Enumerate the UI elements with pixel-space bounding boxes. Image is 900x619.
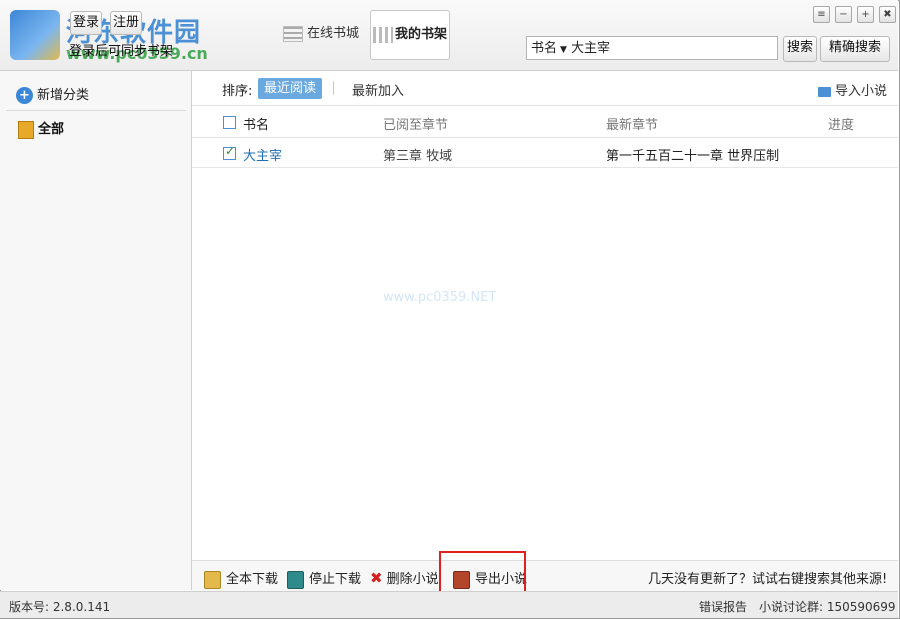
- add-category-label: 新增分类: [37, 88, 90, 103]
- close-icon[interactable]: ✖: [879, 6, 896, 23]
- center-watermark: www.pc0359.NET: [383, 290, 497, 305]
- search-input[interactable]: 书名 ▼ 大主宰: [526, 36, 778, 60]
- sidebar-divider: [6, 110, 186, 111]
- read-to-chapter: 第三章 牧域: [383, 149, 453, 164]
- download-all-label: 全本下载: [226, 572, 279, 587]
- discussion-group-label: 小说讨论群: 150590699: [759, 600, 896, 614]
- book-icon: [18, 120, 34, 139]
- sidebar: [0, 71, 192, 590]
- maximize-icon[interactable]: +: [857, 6, 874, 23]
- grid-icon: [283, 25, 303, 42]
- search-button[interactable]: 搜索: [783, 36, 817, 62]
- bookshelf-icon: [372, 26, 393, 43]
- column-header-read-to[interactable]: 已阅至章节: [383, 114, 448, 133]
- delete-novel-button[interactable]: ✖ 删除小说: [370, 568, 439, 587]
- sidebar-item-all[interactable]: 全部: [18, 118, 64, 139]
- login-button[interactable]: 登录: [70, 11, 102, 35]
- minimize-icon[interactable]: −: [835, 6, 852, 23]
- error-report-link[interactable]: 错误报告: [699, 598, 747, 615]
- import-novel-button[interactable]: 导入小说: [818, 80, 887, 99]
- plus-icon: +: [16, 87, 33, 104]
- highlight-box: [439, 551, 526, 595]
- stop-download-button[interactable]: 停止下载: [287, 568, 361, 589]
- import-novel-label: 导入小说: [835, 84, 888, 99]
- select-all-checkbox[interactable]: [223, 116, 236, 129]
- sort-recent-read-button[interactable]: 最近阅读: [258, 78, 322, 99]
- column-header-latest[interactable]: 最新章节: [606, 114, 658, 133]
- search-value: 大主宰: [570, 41, 610, 56]
- register-button[interactable]: 注册: [110, 11, 142, 35]
- sort-divider: [333, 81, 334, 95]
- exact-search-button[interactable]: 精确搜索: [820, 36, 890, 62]
- version-label: 版本号: 2.8.0.141: [9, 600, 111, 614]
- column-header-title[interactable]: 书名: [243, 114, 269, 133]
- book-title-link[interactable]: 大主宰: [243, 145, 282, 164]
- download-icon: [204, 570, 221, 589]
- delete-icon: ✖: [370, 569, 383, 587]
- user-avatar[interactable]: [10, 10, 60, 60]
- table-row[interactable]: [192, 138, 898, 168]
- stop-download-label: 停止下载: [309, 572, 362, 587]
- tab-my-bookshelf[interactable]: 我的书架: [370, 10, 450, 60]
- add-category-button[interactable]: + 新增分类: [16, 84, 89, 104]
- chevron-down-icon[interactable]: ▼: [560, 45, 567, 55]
- table-header: [192, 106, 898, 138]
- search-type-select[interactable]: 书名: [531, 41, 557, 56]
- sync-hint: 登录后可同步书架: [69, 44, 174, 59]
- update-hint: 几天没有更新了？试试右键搜索其他来源!: [648, 572, 888, 587]
- tab-shelf-label: 我的书架: [394, 27, 447, 42]
- menu-icon[interactable]: ≡: [813, 6, 830, 23]
- folder-icon: [818, 86, 831, 97]
- latest-chapter: 第一千五百二十一章 世界压制: [606, 149, 780, 164]
- tab-online-label: 在线书城: [307, 26, 360, 41]
- sidebar-item-label: 全部: [38, 122, 65, 137]
- tab-online-store[interactable]: 在线书城: [283, 22, 359, 46]
- row-checkbox[interactable]: [223, 144, 236, 160]
- sort-label: 排序:: [222, 84, 253, 99]
- download-all-button[interactable]: 全本下载: [204, 568, 278, 589]
- delete-novel-label: 删除小说: [386, 572, 439, 587]
- column-header-progress[interactable]: 进度: [828, 114, 854, 133]
- stop-icon: [287, 570, 304, 589]
- sort-recent-added-button[interactable]: 最新加入: [352, 80, 404, 99]
